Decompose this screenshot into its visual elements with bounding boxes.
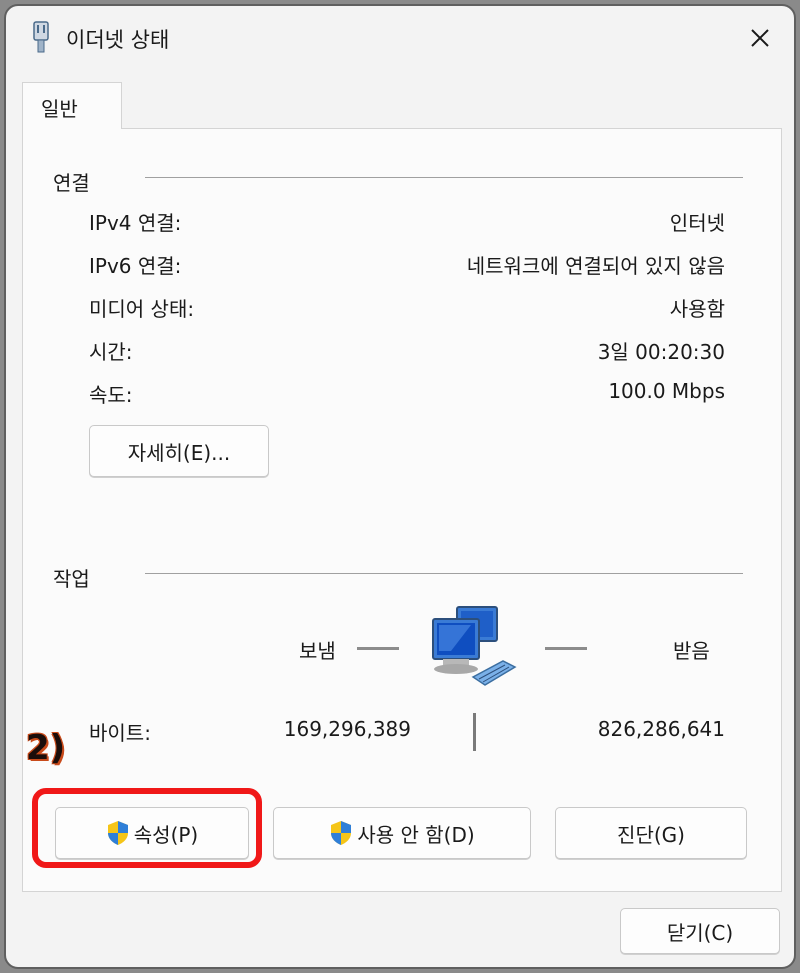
- close-button[interactable]: 닫기(C): [620, 908, 780, 954]
- sent-label: 보냄: [299, 639, 336, 663]
- annotation-step-label: 2): [26, 728, 66, 768]
- duration-label: 시간:: [89, 340, 133, 364]
- ipv4-label: IPv4 연결:: [89, 211, 182, 235]
- close-window-button[interactable]: [738, 16, 782, 60]
- ipv6-label: IPv6 연결:: [89, 254, 182, 278]
- window-title: 이더넷 상태: [66, 28, 170, 52]
- uac-shield-icon: [331, 821, 352, 845]
- received-dash: [545, 647, 587, 650]
- disable-button-label: 사용 안 함(D): [357, 822, 475, 847]
- tab-general[interactable]: 일반: [22, 82, 122, 129]
- connection-section-title: 연결: [53, 171, 90, 195]
- details-button[interactable]: 자세히(E)...: [89, 425, 269, 477]
- connection-section-divider: [145, 177, 743, 178]
- general-tab-panel: 연결 IPv4 연결: 인터넷 IPv6 연결: 네트워크에 연결되어 있지 않…: [22, 128, 782, 892]
- diagnose-button[interactable]: 진단(G): [555, 807, 747, 859]
- close-icon: [751, 29, 769, 47]
- title-bar: 이더넷 상태: [6, 6, 794, 68]
- speed-value: 100.0 Mbps: [608, 379, 725, 403]
- activity-section-divider: [145, 573, 743, 574]
- ipv6-value: 네트워크에 연결되어 있지 않음: [466, 254, 725, 278]
- ipv4-value: 인터넷: [669, 211, 725, 235]
- bytes-divider: [473, 713, 476, 751]
- annotation-highlight-box: [32, 788, 262, 868]
- media-state-value: 사용함: [669, 297, 725, 321]
- speed-label: 속도:: [89, 383, 133, 407]
- ethernet-plug-icon: [30, 20, 52, 54]
- disable-button[interactable]: 사용 안 함(D): [273, 807, 531, 859]
- bytes-sent-value: 169,296,389: [283, 717, 411, 741]
- media-state-label: 미디어 상태:: [89, 297, 195, 321]
- bytes-received-value: 826,286,641: [597, 717, 725, 741]
- network-computers-icon: [421, 603, 525, 695]
- sent-dash: [357, 647, 399, 650]
- received-label: 받음: [673, 639, 710, 663]
- bytes-label: 바이트:: [89, 721, 151, 745]
- duration-value: 3일 00:20:30: [597, 340, 725, 364]
- activity-section-title: 작업: [53, 567, 90, 591]
